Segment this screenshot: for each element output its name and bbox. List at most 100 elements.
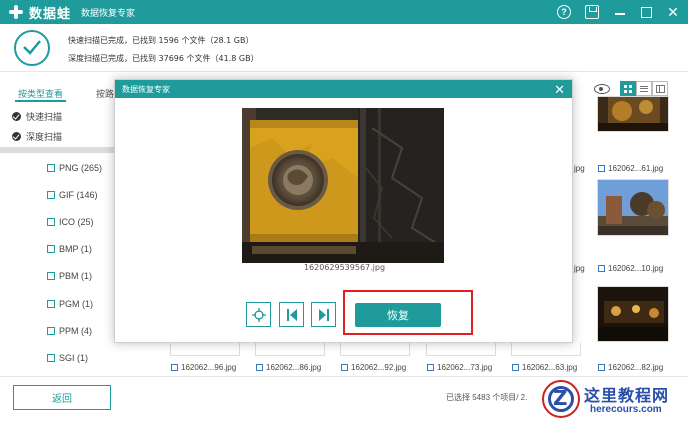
file-name-label: 162062...96.jpg: [181, 363, 237, 372]
fit-view-button[interactable]: [246, 302, 271, 327]
thumbnail[interactable]: [255, 343, 325, 356]
watermark-title: 这里教程网: [584, 386, 670, 405]
thumbnail[interactable]: [426, 343, 496, 356]
dialog-header: 数据恢复专家 ✕: [115, 80, 572, 98]
thumbnail[interactable]: [597, 96, 669, 132]
thumbnail[interactable]: [340, 343, 410, 356]
file-name-label: 162062...63.jpg: [522, 363, 578, 372]
file-type-pbm[interactable]: PBM (1): [47, 271, 92, 281]
sidebar-item-label: 深度扫描: [26, 132, 63, 142]
skip-previous-icon: [286, 308, 297, 321]
file-name-label: 162062...82.jpg: [608, 363, 664, 372]
sidebar-item-label: 快速扫描: [26, 112, 63, 122]
check-circle-icon: [12, 132, 21, 141]
watermark-url: herecours.com: [590, 404, 662, 415]
checkbox[interactable]: [47, 218, 55, 226]
file-type-bmp[interactable]: BMP (1): [47, 244, 92, 254]
file-name-label: jpg: [574, 164, 585, 173]
maximize-icon[interactable]: [641, 6, 652, 18]
grid-icon: [624, 84, 632, 93]
scan-status-panel: 快速扫描已完成，已找到 1596 个文件（28.1 GB） 深度扫描已完成，已找…: [0, 24, 688, 72]
sidebar-item-deep-scan[interactable]: 深度扫描: [12, 130, 62, 143]
file-name-item[interactable]: 162062...73.jpg: [427, 363, 492, 372]
file-type-sgi[interactable]: SGI (1): [47, 353, 88, 363]
view-mode-switch: [620, 81, 668, 96]
thumbnail[interactable]: [597, 179, 669, 236]
help-icon[interactable]: ?: [557, 5, 571, 19]
deep-scan-status: 深度扫描已完成，已找到 37696 个文件（41.8 GB）: [68, 54, 259, 63]
thumbnail[interactable]: [170, 343, 240, 356]
file-name-item[interactable]: 162062...96.jpg: [171, 363, 236, 372]
file-type-label: GIF (146): [59, 190, 98, 200]
tab-by-path[interactable]: 按路: [96, 87, 114, 100]
window-controls: ? ✕: [557, 0, 680, 24]
back-button[interactable]: 返回: [13, 385, 111, 410]
sidebar-item-quick-scan[interactable]: 快速扫描: [12, 110, 62, 123]
file-name-item[interactable]: 162062...92.jpg: [341, 363, 406, 372]
selection-summary: 已选择 5483 个项目/ 2.: [446, 393, 528, 402]
checkbox[interactable]: [427, 364, 434, 371]
checkbox[interactable]: [47, 327, 55, 335]
checkbox[interactable]: [598, 165, 605, 172]
checkbox[interactable]: [47, 164, 55, 172]
file-name-label: 162062...92.jpg: [351, 363, 407, 372]
file-name-label: 162062...86.jpg: [266, 363, 322, 372]
file-name-label: 162062...10.jpg: [608, 264, 664, 273]
app-name: 数据蛙: [29, 5, 72, 21]
tab-by-type[interactable]: 按类型查看: [14, 87, 67, 102]
file-type-ppm[interactable]: PPM (4): [47, 326, 92, 336]
grid-view-button[interactable]: [620, 81, 636, 96]
file-type-gif[interactable]: GIF (146): [47, 190, 98, 200]
thumbnail[interactable]: [597, 286, 669, 342]
file-name-item[interactable]: 162062...86.jpg: [256, 363, 321, 372]
checkbox[interactable]: [598, 265, 605, 272]
watermark-logo-icon: Z: [542, 380, 580, 418]
checkbox[interactable]: [47, 300, 55, 308]
close-icon[interactable]: ✕: [666, 4, 680, 20]
skip-next-icon: [318, 308, 329, 321]
next-button[interactable]: [311, 302, 336, 327]
checkbox[interactable]: [47, 354, 55, 362]
plus-logo-icon: [8, 4, 24, 20]
crosshair-icon: [251, 307, 266, 322]
list-view-button[interactable]: [636, 81, 652, 96]
file-name-label: jpg: [574, 264, 585, 273]
minimize-icon[interactable]: [613, 5, 627, 19]
dialog-close-icon[interactable]: ✕: [554, 82, 565, 98]
detail-icon: [655, 84, 665, 93]
file-name-label: 162062...61.jpg: [608, 164, 664, 173]
detail-view-button[interactable]: [652, 81, 668, 96]
thumbnail[interactable]: [511, 343, 581, 356]
file-name-item[interactable]: 162062...82.jpg: [598, 363, 663, 372]
selected-row-highlight: [0, 147, 115, 153]
checkbox[interactable]: [512, 364, 519, 371]
file-type-label: PBM (1): [59, 271, 93, 281]
checkbox[interactable]: [47, 191, 55, 199]
file-name-item[interactable]: 162062...63.jpg: [512, 363, 577, 372]
list-icon: [640, 85, 648, 92]
file-type-label: PPM (4): [59, 326, 93, 336]
file-type-label: PGM (1): [59, 299, 94, 309]
file-name-label: 162062...73.jpg: [437, 363, 493, 372]
checkbox[interactable]: [171, 364, 178, 371]
file-name-item[interactable]: 162062...10.jpg: [598, 264, 663, 273]
checkbox[interactable]: [47, 272, 55, 280]
checkbox[interactable]: [47, 245, 55, 253]
previous-button[interactable]: [279, 302, 304, 327]
watermark: Z 这里教程网 herecours.com: [540, 378, 688, 423]
file-type-label: PNG (265): [59, 163, 103, 173]
checkbox[interactable]: [341, 364, 348, 371]
preview-eye-icon[interactable]: [594, 84, 610, 94]
checkbox[interactable]: [598, 364, 605, 371]
highlight-frame: [343, 290, 473, 335]
image-preview: [242, 108, 444, 263]
file-type-label: SGI (1): [59, 353, 89, 363]
file-type-png[interactable]: PNG (265): [47, 163, 102, 173]
file-type-pgm[interactable]: PGM (1): [47, 299, 93, 309]
file-name-item[interactable]: 162062...61.jpg: [598, 164, 663, 173]
checkbox[interactable]: [256, 364, 263, 371]
preview-dialog: 数据恢复专家 ✕ 1620629539567.jpg 恢复: [114, 79, 573, 343]
file-type-ico[interactable]: ICO (25): [47, 217, 94, 227]
app-subtitle: 数据恢复专家: [81, 7, 136, 18]
save-icon[interactable]: [585, 5, 599, 19]
